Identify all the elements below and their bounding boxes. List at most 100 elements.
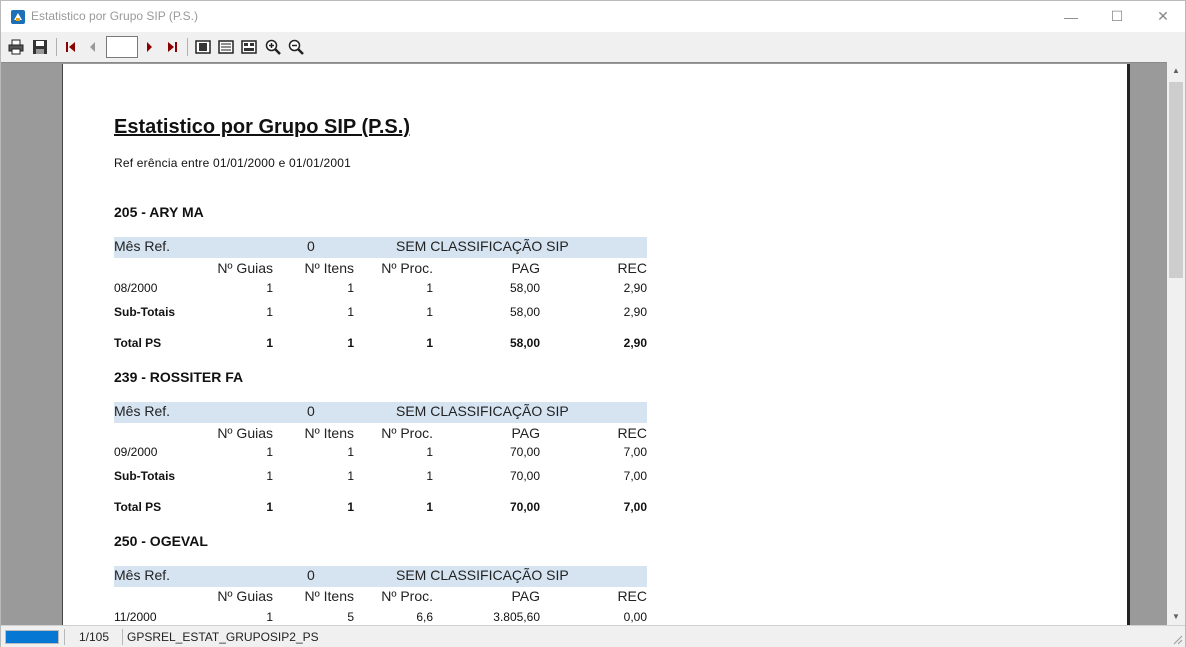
toolbar	[1, 32, 1185, 62]
cell-rec: 2,90	[623, 336, 647, 350]
table-row: 09/2000 1 1 1 70,00 7,00	[114, 445, 647, 461]
group-band: Mês Ref. 0 SEM CLASSIFICAÇÃO SIP	[114, 402, 647, 423]
cell-guias: 1	[266, 469, 273, 483]
cell-pag: 58,00	[509, 305, 540, 319]
scroll-down-icon[interactable]: ▼	[1167, 608, 1185, 625]
status-divider	[122, 629, 123, 645]
column-headers: Nº Guias Nº Itens Nº Proc. PAG REC	[114, 588, 647, 606]
zoom-out-button[interactable]	[286, 37, 306, 57]
col-pag: PAG	[511, 425, 540, 441]
row-label: Total PS	[114, 336, 162, 350]
cell-pag: 3.805,60	[493, 610, 540, 624]
cell-guias: 1	[266, 500, 273, 514]
band-description: SEM CLASSIFICAÇÃO SIP	[396, 403, 569, 419]
cell-pag: 70,00	[509, 469, 540, 483]
col-proc: Nº Proc.	[381, 425, 433, 441]
col-rec: REC	[617, 425, 647, 441]
progress-bar	[5, 630, 59, 644]
cell-guias: 1	[266, 610, 273, 624]
last-page-icon	[168, 42, 177, 52]
report-subtitle: Ref erência entre 01/01/2000 e 01/01/200…	[114, 156, 352, 170]
col-pag: PAG	[511, 588, 540, 604]
cell-rec: 7,00	[623, 445, 647, 459]
next-page-icon	[147, 42, 152, 52]
cell-pag: 58,00	[509, 336, 540, 350]
multiple-pages-icon	[241, 40, 257, 54]
cell-proc: 1	[426, 469, 433, 483]
next-page-button[interactable]	[139, 37, 159, 57]
group-header: 205 - ARY MA	[114, 204, 204, 220]
status-bar: 1/105 GPSREL_ESTAT_GRUPOSIP2_PS	[1, 625, 1185, 647]
app-icon	[11, 10, 25, 24]
row-label: Sub-Totais	[114, 469, 176, 483]
page-info: 1/105	[79, 630, 110, 644]
last-page-button[interactable]	[162, 37, 182, 57]
subtotal-row: Sub-Totais 1 1 1 70,00 7,00	[114, 469, 647, 485]
report-title: Estatistico por Grupo SIP (P.S.)	[114, 116, 410, 138]
save-button[interactable]	[30, 37, 50, 57]
cell-rec: 0,00	[623, 610, 647, 624]
column-headers: Nº Guias Nº Itens Nº Proc. PAG REC	[114, 425, 647, 443]
band-description: SEM CLASSIFICAÇÃO SIP	[396, 567, 569, 583]
zoom-out-icon	[288, 39, 304, 55]
first-page-button[interactable]	[61, 37, 81, 57]
cell-proc: 1	[426, 281, 433, 295]
report-preview-window: Estatistico por Grupo SIP (P.S.) — ☐ ✕ E…	[0, 0, 1186, 647]
print-button[interactable]	[6, 37, 26, 57]
whole-page-icon	[195, 40, 211, 54]
col-proc: Nº Proc.	[381, 260, 433, 276]
vertical-scrollbar[interactable]: ▲ ▼	[1167, 62, 1185, 625]
row-label: 11/2000	[114, 610, 157, 624]
report-page: Estatistico por Grupo SIP (P.S.) Ref erê…	[62, 64, 1130, 625]
resize-grip-icon[interactable]	[1171, 633, 1183, 645]
row-label: Sub-Totais	[114, 305, 176, 319]
col-guias: Nº Guias	[217, 588, 273, 604]
window-title: Estatistico por Grupo SIP (P.S.)	[31, 9, 198, 23]
col-itens: Nº Itens	[304, 588, 354, 604]
cell-itens: 1	[347, 469, 354, 483]
column-headers: Nº Guias Nº Itens Nº Proc. PAG REC	[114, 260, 647, 278]
toolbar-separator	[187, 38, 188, 56]
save-icon	[33, 40, 47, 54]
group-header: 250 - OGEVAL	[114, 533, 208, 549]
cell-itens: 1	[347, 500, 354, 514]
first-page-icon	[66, 42, 75, 52]
cell-guias: 1	[266, 336, 273, 350]
group-header: 239 - ROSSITER FA	[114, 369, 244, 385]
cell-guias: 1	[266, 281, 273, 295]
page-width-button[interactable]	[216, 37, 236, 57]
zoom-in-button[interactable]	[263, 37, 283, 57]
scroll-up-icon[interactable]: ▲	[1167, 62, 1185, 79]
subtotal-row: Sub-Totais 1 1 1 58,00 2,90	[114, 305, 647, 321]
row-label: 08/2000	[114, 281, 158, 295]
cell-rec: 2,90	[623, 281, 647, 295]
title-bar: Estatistico por Grupo SIP (P.S.) — ☐ ✕	[1, 1, 1185, 32]
print-icon	[8, 39, 24, 55]
group-band: Mês Ref. 0 SEM CLASSIFICAÇÃO SIP	[114, 566, 647, 587]
close-button[interactable]: ✕	[1140, 1, 1186, 32]
col-proc: Nº Proc.	[381, 588, 433, 604]
cell-pag: 70,00	[509, 445, 540, 459]
maximize-button[interactable]: ☐	[1094, 1, 1140, 32]
report-name: GPSREL_ESTAT_GRUPOSIP2_PS	[127, 630, 319, 644]
cell-rec: 7,00	[623, 500, 647, 514]
col-rec: REC	[617, 588, 647, 604]
cell-itens: 5	[347, 610, 354, 624]
cell-guias: 1	[266, 305, 273, 319]
group-band: Mês Ref. 0 SEM CLASSIFICAÇÃO SIP	[114, 237, 647, 258]
minimize-button[interactable]: —	[1048, 1, 1094, 32]
scroll-thumb[interactable]	[1169, 82, 1183, 278]
cell-pag: 70,00	[509, 500, 540, 514]
cell-proc: 1	[426, 336, 433, 350]
whole-page-button[interactable]	[193, 37, 213, 57]
cell-pag: 58,00	[509, 281, 540, 295]
cell-guias: 1	[266, 445, 273, 459]
col-guias: Nº Guias	[217, 425, 273, 441]
page-number-input[interactable]	[106, 36, 138, 58]
page-width-icon	[218, 40, 234, 54]
prev-page-button[interactable]	[83, 37, 103, 57]
col-rec: REC	[617, 260, 647, 276]
preview-area[interactable]: Estatistico por Grupo SIP (P.S.) Ref erê…	[1, 62, 1167, 625]
prev-page-icon	[90, 42, 95, 52]
multiple-pages-button[interactable]	[239, 37, 259, 57]
